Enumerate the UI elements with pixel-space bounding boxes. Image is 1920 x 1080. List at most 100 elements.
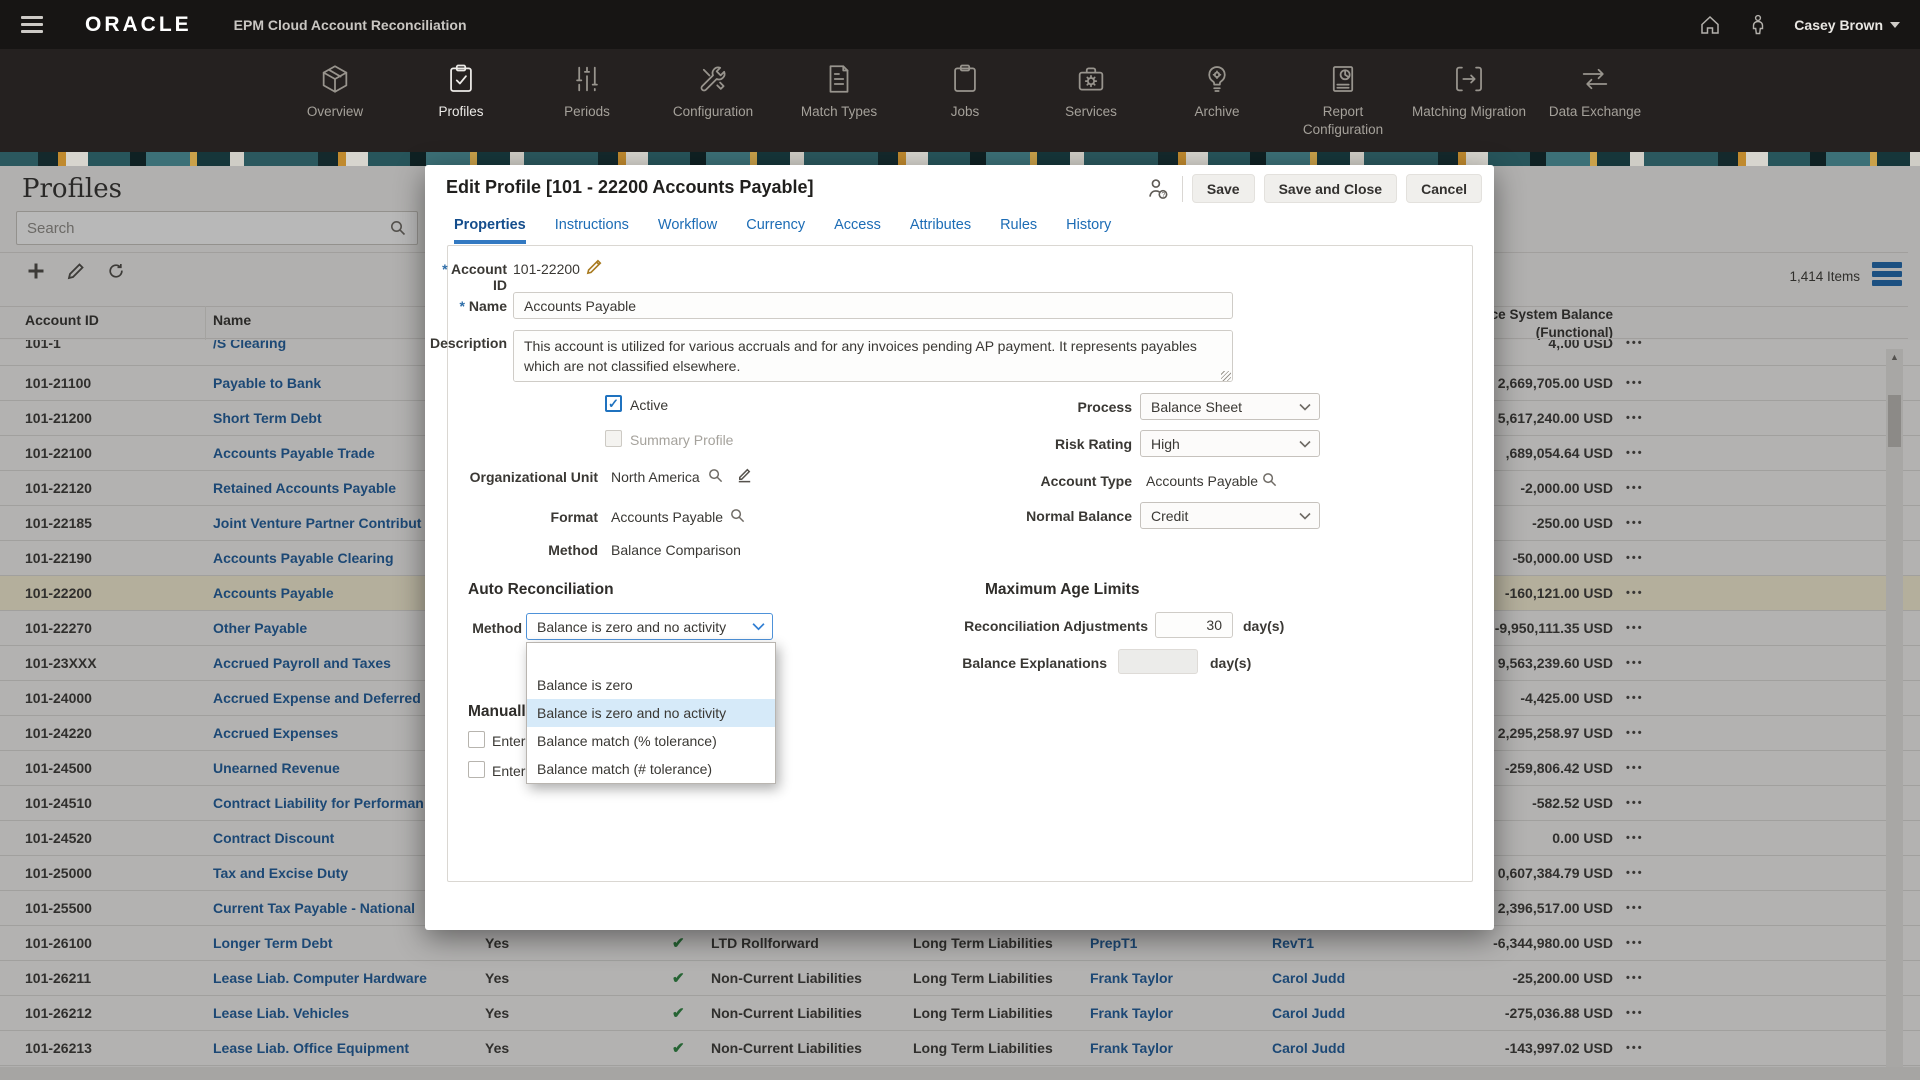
save-button[interactable]: Save	[1192, 174, 1255, 203]
nav-item-label: Archive	[1194, 103, 1239, 121]
manual-option-checkbox-2[interactable]	[468, 761, 485, 778]
nav-item-label: Jobs	[951, 103, 980, 121]
process-label: Process	[925, 399, 1132, 415]
svg-text:?: ?	[1161, 192, 1165, 199]
configuration-icon	[696, 62, 730, 96]
name-input[interactable]	[513, 292, 1233, 319]
save-and-close-button[interactable]: Save and Close	[1264, 174, 1398, 203]
reconciliation-adjustments-input[interactable]	[1155, 612, 1233, 638]
organizational-unit-edit-icon[interactable]	[735, 465, 754, 484]
risk-rating-value: High	[1151, 436, 1180, 452]
chevron-down-icon	[752, 622, 765, 631]
tab-rules[interactable]: Rules	[1000, 217, 1037, 244]
nav-item-periods[interactable]: Periods	[524, 49, 650, 152]
description-input[interactable]	[513, 330, 1233, 382]
nav-item-configuration[interactable]: Configuration	[650, 49, 776, 152]
reconciliation-adjustments-unit: day(s)	[1243, 618, 1284, 634]
nav-item-label: Data Exchange	[1549, 103, 1641, 121]
user-menu[interactable]: Casey Brown	[1794, 17, 1900, 33]
maximum-age-limits-heading: Maximum Age Limits	[985, 581, 1139, 599]
dropdown-option-1[interactable]: Balance is zero	[527, 671, 775, 699]
normal-balance-value: Credit	[1151, 508, 1188, 524]
auto-method-label: Method	[425, 620, 522, 636]
auto-method-dropdown: Balance is zeroBalance is zero and no ac…	[526, 642, 776, 784]
manually-section-heading: Manually	[468, 703, 534, 721]
person-icon[interactable]	[1748, 14, 1768, 36]
chevron-down-icon	[1890, 22, 1900, 28]
balance-explanations-unit: day(s)	[1210, 655, 1251, 671]
matching-migration-icon	[1452, 62, 1486, 96]
summary-profile-label: Summary Profile	[630, 432, 733, 448]
manual-option-checkbox-1[interactable]	[468, 731, 485, 748]
format-search-icon[interactable]	[729, 507, 746, 524]
nav-bar: Overview Profiles PeriodsConfiguration Matc…	[0, 49, 1920, 152]
services-icon	[1074, 62, 1108, 96]
nav-item-data-exchange[interactable]: Data Exchange	[1532, 49, 1658, 152]
tab-history[interactable]: History	[1066, 217, 1111, 244]
divider	[1182, 176, 1183, 202]
auto-method-select[interactable]: Balance is zero and no activity	[526, 613, 773, 640]
account-id-label: Account ID	[425, 261, 507, 293]
chevron-down-icon	[1299, 403, 1311, 411]
nav-items: Overview Profiles PeriodsConfiguration Matc…	[272, 49, 1658, 152]
nav-item-label: Services	[1065, 103, 1117, 121]
periods-icon	[570, 62, 604, 96]
dialog-title: Edit Profile [101 - 22200 Accounts Payab…	[446, 177, 813, 198]
nav-item-services[interactable]: Services	[1028, 49, 1154, 152]
tab-workflow[interactable]: Workflow	[658, 217, 717, 244]
nav-item-matching-migration[interactable]: Matching Migration	[1406, 49, 1532, 152]
user-name: Casey Brown	[1794, 17, 1883, 33]
tab-properties[interactable]: Properties	[454, 217, 526, 244]
profiles-icon	[444, 62, 478, 96]
risk-rating-label: Risk Rating	[925, 436, 1132, 452]
summary-profile-checkbox[interactable]	[605, 430, 622, 447]
active-checkbox[interactable]: ✓	[605, 395, 622, 412]
auto-reconciliation-heading: Auto Reconciliation	[468, 581, 614, 599]
format-label: Format	[425, 509, 598, 525]
risk-rating-select[interactable]: High	[1140, 430, 1320, 457]
account-type-value: Accounts Payable	[1146, 473, 1258, 489]
normal-balance-select[interactable]: Credit	[1140, 502, 1320, 529]
edit-account-id-icon[interactable]	[585, 257, 604, 276]
balance-explanations-input[interactable]	[1118, 649, 1198, 674]
assistant-icon[interactable]: ?	[1144, 176, 1170, 202]
dropdown-option-0[interactable]	[527, 643, 775, 671]
dropdown-option-3[interactable]: Balance match (% tolerance)	[527, 727, 775, 755]
nav-item-label: Report Configuration	[1283, 103, 1403, 138]
balance-explanations-label: Balance Explanations	[925, 655, 1107, 671]
data-exchange-icon	[1578, 62, 1612, 96]
nav-item-label: Matching Migration	[1412, 103, 1526, 121]
top-bar: ORACLE EPM Cloud Account Reconciliation …	[0, 0, 1920, 49]
dropdown-option-4[interactable]: Balance match (# tolerance)	[527, 755, 775, 783]
nav-item-label: Profiles	[438, 103, 483, 121]
organizational-unit-search-icon[interactable]	[707, 467, 724, 484]
home-icon[interactable]	[1698, 13, 1722, 37]
tab-instructions[interactable]: Instructions	[555, 217, 629, 244]
nav-item-jobs[interactable]: Jobs	[902, 49, 1028, 152]
tab-attributes[interactable]: Attributes	[910, 217, 971, 244]
nav-item-overview[interactable]: Overview	[272, 49, 398, 152]
tab-access[interactable]: Access	[834, 217, 881, 244]
edit-profile-dialog: Edit Profile [101 - 22200 Accounts Payab…	[425, 165, 1494, 930]
oracle-logo: ORACLE	[85, 13, 192, 37]
chevron-down-icon	[1299, 512, 1311, 520]
archive-icon	[1200, 62, 1234, 96]
nav-item-label: Match Types	[801, 103, 877, 121]
dialog-tabs: Properties Instructions Workflow Currency Ac…	[454, 217, 1111, 244]
banner-pattern	[0, 152, 1920, 166]
resize-handle[interactable]	[1221, 371, 1231, 381]
dropdown-option-2[interactable]: Balance is zero and no activity	[527, 699, 775, 727]
cancel-button[interactable]: Cancel	[1406, 174, 1482, 203]
overview-icon	[318, 62, 352, 96]
process-select[interactable]: Balance Sheet	[1140, 393, 1320, 420]
account-type-search-icon[interactable]	[1261, 471, 1278, 488]
normal-balance-label: Normal Balance	[925, 508, 1132, 524]
nav-item-archive[interactable]: Archive	[1154, 49, 1280, 152]
nav-item-profiles[interactable]: Profiles	[398, 49, 524, 152]
hamburger-icon[interactable]	[21, 16, 43, 33]
tab-currency[interactable]: Currency	[746, 217, 805, 244]
active-label: Active	[630, 397, 668, 413]
nav-item-report-configuration[interactable]: Report Configuration	[1280, 49, 1406, 152]
nav-item-match-types[interactable]: Match Types	[776, 49, 902, 152]
jobs-icon	[948, 62, 982, 96]
